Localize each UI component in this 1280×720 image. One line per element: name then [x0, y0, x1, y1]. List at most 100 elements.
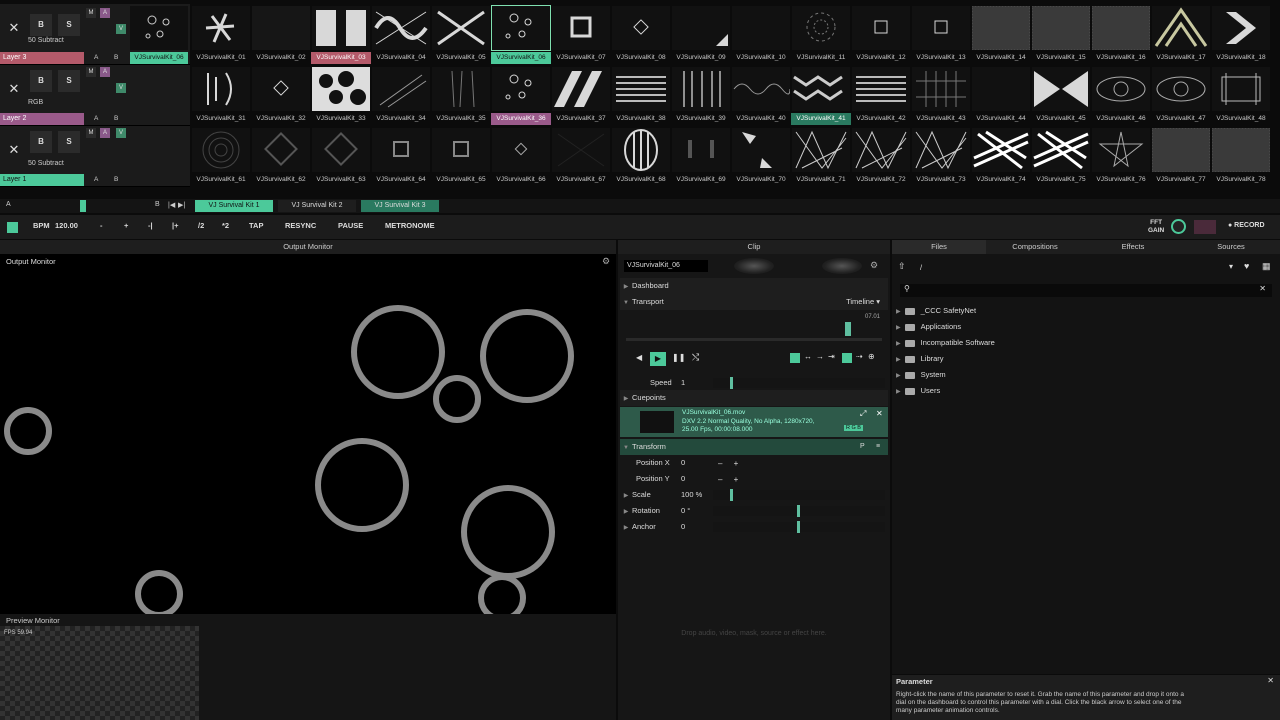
- clip-slot[interactable]: VJSurvivalKit_07: [551, 4, 610, 65]
- clip-label[interactable]: VJSurvivalKit_05: [431, 52, 491, 64]
- timeline-track[interactable]: [626, 338, 882, 341]
- clip-thumbnail[interactable]: [372, 6, 430, 50]
- blend-mode[interactable]: 50 Subtract: [28, 37, 64, 44]
- crossfader-b[interactable]: B: [114, 113, 118, 125]
- crossfader-handle[interactable]: [80, 200, 86, 212]
- deck-next-button[interactable]: ▶|: [178, 201, 185, 209]
- clip-thumbnail[interactable]: [612, 67, 670, 111]
- clip-label[interactable]: VJSurvivalKit_33: [311, 113, 371, 125]
- close-icon[interactable]: ✕: [1267, 676, 1274, 685]
- clip-label[interactable]: VJSurvivalKit_47: [1151, 113, 1211, 125]
- param-value[interactable]: 0: [681, 471, 685, 487]
- clip-thumbnail[interactable]: [912, 6, 970, 50]
- clip-label[interactable]: VJSurvivalKit_70: [731, 174, 791, 186]
- param-label[interactable]: Scale: [632, 490, 651, 499]
- param-slider[interactable]: [713, 490, 885, 500]
- clip-thumbnail[interactable]: [852, 6, 910, 50]
- mask-button[interactable]: M: [86, 67, 96, 77]
- param-slider-handle[interactable]: [730, 489, 733, 501]
- clear-search-icon[interactable]: ✕: [1259, 284, 1266, 293]
- dashboard-section[interactable]: ▶ Dashboard: [620, 278, 888, 294]
- tab-sources[interactable]: Sources: [1182, 240, 1280, 254]
- clip-thumbnail[interactable]: [612, 128, 670, 172]
- clip-label[interactable]: VJSurvivalKit_64: [371, 174, 431, 186]
- layer-clip-slot[interactable]: VJSurvivalKit_06: [130, 52, 188, 64]
- bpm-value[interactable]: 120.00: [55, 221, 78, 230]
- mask-button[interactable]: M: [86, 128, 96, 138]
- decrement-button[interactable]: –: [718, 459, 722, 468]
- crossfader-b[interactable]: B: [114, 174, 118, 186]
- crossfader-a[interactable]: A: [94, 113, 98, 125]
- transport-section[interactable]: ▼ Transport Timeline ▾: [620, 294, 888, 310]
- half-tempo-button[interactable]: /2: [198, 221, 204, 230]
- clip-label[interactable]: VJSurvivalKit_17: [1151, 52, 1211, 64]
- crossfader-b-label[interactable]: B: [155, 201, 160, 208]
- clip-slot[interactable]: VJSurvivalKit_67: [551, 126, 610, 187]
- clip-label[interactable]: VJSurvivalKit_37: [551, 113, 611, 125]
- clip-slot[interactable]: VJSurvivalKit_44: [971, 65, 1030, 126]
- speed-value[interactable]: 1: [681, 375, 685, 391]
- bpm-minus-button[interactable]: -: [100, 221, 103, 230]
- increment-button[interactable]: +: [734, 459, 739, 468]
- param-label[interactable]: Rotation: [632, 506, 660, 515]
- bypass-button[interactable]: B: [30, 14, 52, 36]
- clip-slot[interactable]: VJSurvivalKit_74: [971, 126, 1030, 187]
- clip-name-field[interactable]: VJSurvivalKit_06: [624, 260, 708, 272]
- clip-slot[interactable]: VJSurvivalKit_39: [671, 65, 730, 126]
- tab-effects[interactable]: Effects: [1084, 240, 1182, 254]
- close-layer-icon[interactable]: ✕: [4, 79, 24, 99]
- clip-slot[interactable]: VJSurvivalKit_18: [1211, 4, 1270, 65]
- blend-mode[interactable]: RGB: [28, 99, 43, 106]
- param-value[interactable]: 100 %: [681, 487, 702, 503]
- record-button[interactable]: ● RECORD: [1228, 222, 1265, 229]
- clip-slot[interactable]: VJSurvivalKit_65: [431, 126, 490, 187]
- bounce-icon[interactable]: ↔: [804, 352, 812, 361]
- clip-slot[interactable]: VJSurvivalKit_41: [791, 65, 851, 126]
- clip-slot[interactable]: VJSurvivalKit_78: [1211, 126, 1270, 187]
- clip-label[interactable]: VJSurvivalKit_34: [371, 113, 431, 125]
- bpm-plus-button[interactable]: +: [124, 221, 128, 230]
- clip-thumbnail[interactable]: [192, 67, 250, 111]
- clip-thumbnail[interactable]: [1032, 67, 1090, 111]
- clip-thumbnail[interactable]: [1152, 128, 1210, 172]
- clip-label[interactable]: VJSurvivalKit_65: [431, 174, 491, 186]
- clip-thumbnail[interactable]: [432, 128, 490, 172]
- mask-button[interactable]: M: [86, 8, 96, 18]
- clip-label[interactable]: VJSurvivalKit_61: [191, 174, 251, 186]
- clip-slot[interactable]: VJSurvivalKit_09: [671, 4, 730, 65]
- solo-button[interactable]: S: [58, 70, 80, 92]
- expand-icon[interactable]: ▶: [896, 325, 901, 331]
- transform-section[interactable]: ▼ Transform P ≡: [620, 439, 888, 455]
- close-layer-icon[interactable]: ✕: [4, 18, 24, 38]
- options-icon[interactable]: ⊕: [868, 352, 875, 361]
- expand-icon[interactable]: ▶: [896, 373, 901, 379]
- clip-thumbnail[interactable]: [672, 67, 730, 111]
- nudge-plus-button[interactable]: |+: [172, 221, 178, 230]
- search-input[interactable]: ⚲ ✕: [900, 284, 1272, 297]
- clip-label[interactable]: VJSurvivalKit_08: [611, 52, 671, 64]
- clip-slot[interactable]: VJSurvivalKit_15: [1031, 4, 1090, 65]
- clip-thumbnail[interactable]: [912, 67, 970, 111]
- clip-thumbnail[interactable]: [672, 6, 730, 50]
- folder-item[interactable]: ▶ System: [896, 367, 946, 383]
- crossfader-a-label[interactable]: A: [6, 201, 11, 208]
- clip-slot[interactable]: VJSurvivalKit_35: [431, 65, 490, 126]
- clip-thumbnail[interactable]: [1092, 67, 1150, 111]
- play-icon[interactable]: ▶: [650, 352, 666, 366]
- expand-icon[interactable]: ▶: [896, 389, 901, 395]
- heart-icon[interactable]: ♥: [1244, 261, 1249, 271]
- clip-thumbnail[interactable]: [912, 128, 970, 172]
- pin-icon[interactable]: P: [860, 439, 865, 455]
- crossfader-a[interactable]: A: [94, 174, 98, 186]
- double-tempo-button[interactable]: *2: [222, 221, 229, 230]
- clip-slot[interactable]: VJSurvivalKit_14: [971, 4, 1030, 65]
- crossfader-b[interactable]: B: [114, 52, 118, 64]
- clip-thumbnail[interactable]: [432, 6, 490, 50]
- blend-mode[interactable]: 50 Subtract: [28, 160, 64, 167]
- clip-label[interactable]: VJSurvivalKit_14: [971, 52, 1031, 64]
- clip-thumbnail[interactable]: [792, 6, 850, 50]
- timeline-playhead[interactable]: [845, 322, 851, 336]
- jump-icon[interactable]: ⇢: [856, 352, 863, 361]
- play-once-hold-icon[interactable]: ⇥: [828, 352, 835, 361]
- metronome-button[interactable]: METRONOME: [385, 221, 435, 230]
